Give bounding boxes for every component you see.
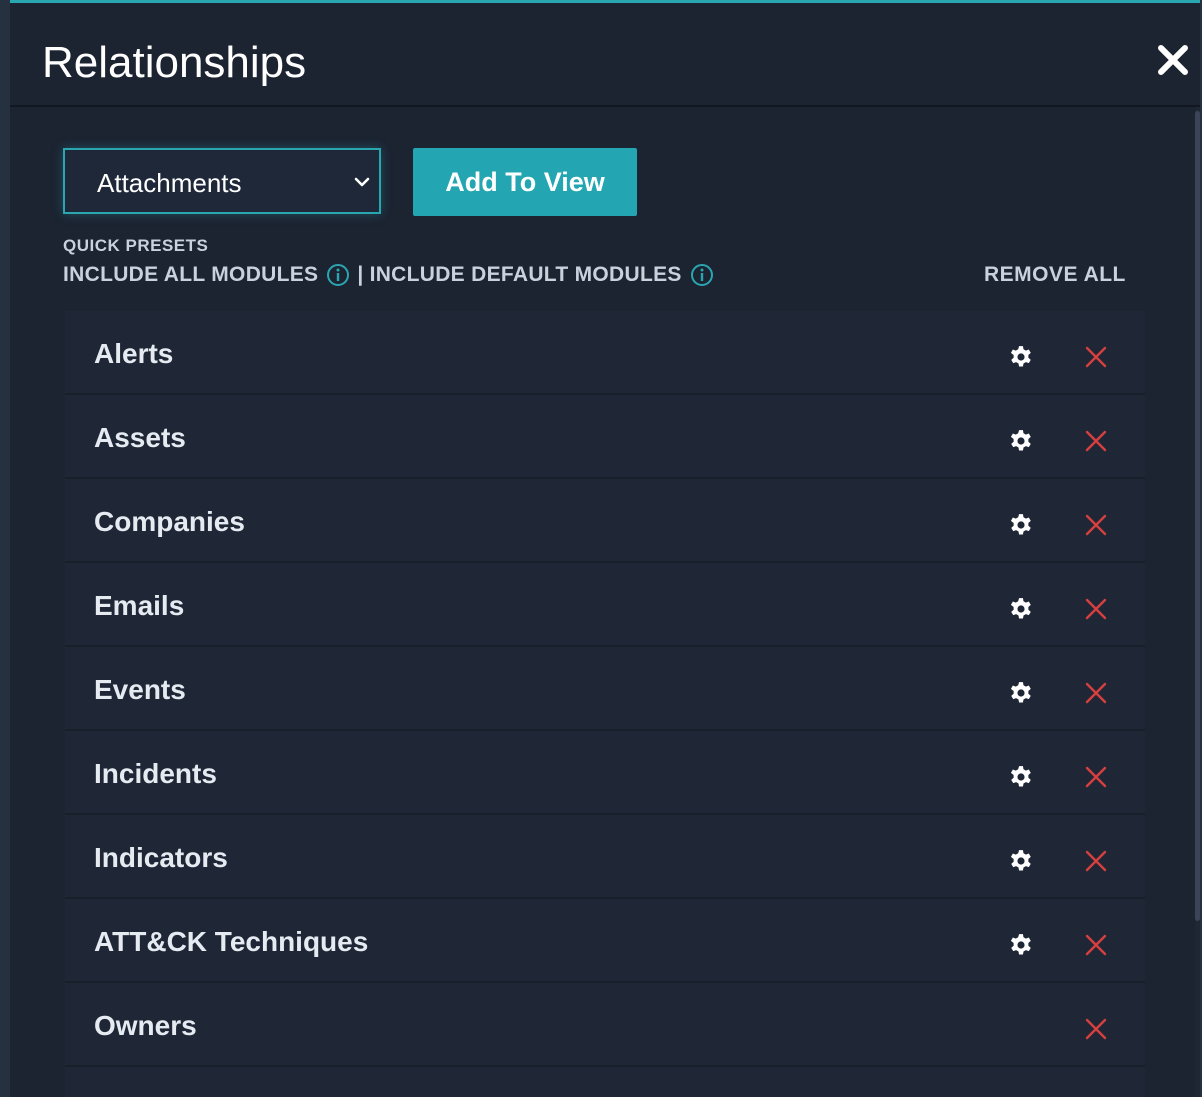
remove-icon[interactable] — [1085, 766, 1107, 788]
remove-icon[interactable] — [1085, 430, 1107, 452]
include-all-modules-link[interactable]: INCLUDE ALL MODULES — [63, 263, 318, 287]
list-item-label: Indicators — [94, 842, 228, 873]
remove-icon[interactable] — [1085, 514, 1107, 536]
list-item: Emails — [65, 563, 1145, 647]
list-item: Alerts — [65, 311, 1145, 395]
scrollbar-thumb[interactable] — [1195, 111, 1200, 921]
list-item-label: Assets — [94, 422, 186, 453]
quick-presets-label: QUICK PRESETS — [63, 236, 209, 255]
list-item-partial — [65, 1067, 1145, 1097]
list-item: Companies — [65, 479, 1145, 563]
list-item-label: Emails — [94, 590, 185, 621]
panel-header: Relationships — [10, 3, 1200, 107]
include-default-modules-link[interactable]: INCLUDE DEFAULT MODULES — [370, 263, 682, 287]
list-item: ATT&CK Techniques — [65, 899, 1145, 983]
list-item-label: Companies — [94, 506, 245, 537]
relationship-list: Alerts Assets Companies Emails Events In… — [65, 311, 1145, 1097]
list-item: Assets — [65, 395, 1145, 479]
add-to-view-button[interactable]: Add To View — [413, 148, 637, 216]
list-item: Events — [65, 647, 1145, 731]
background-app-edge — [0, 0, 10, 1097]
quick-presets-row: INCLUDE ALL MODULES | INCLUDE DEFAULT MO… — [63, 261, 721, 289]
list-item-label: Alerts — [94, 338, 174, 369]
gear-icon[interactable] — [1008, 344, 1034, 370]
gear-icon[interactable] — [1008, 764, 1034, 790]
gear-icon[interactable] — [1008, 848, 1034, 874]
info-icon[interactable] — [690, 263, 714, 287]
remove-icon[interactable] — [1085, 682, 1107, 704]
remove-icon[interactable] — [1085, 934, 1107, 956]
relationships-panel: Relationships Attachments Add To View QU… — [10, 0, 1200, 1097]
remove-icon[interactable] — [1085, 598, 1107, 620]
info-icon[interactable] — [326, 263, 350, 287]
list-item-label: Incidents — [94, 758, 217, 789]
gear-icon[interactable] — [1008, 932, 1034, 958]
list-item: Incidents — [65, 731, 1145, 815]
list-item-label: Events — [94, 674, 186, 705]
chevron-down-icon — [354, 177, 370, 187]
preset-separator: | — [357, 263, 364, 286]
list-item-label: Owners — [94, 1010, 197, 1041]
remove-icon[interactable] — [1085, 850, 1107, 872]
list-item-label: ATT&CK Techniques — [94, 926, 369, 957]
gear-icon[interactable] — [1008, 428, 1034, 454]
list-item: Owners — [65, 983, 1145, 1067]
list-item: Indicators — [65, 815, 1145, 899]
gear-icon[interactable] — [1008, 680, 1034, 706]
remove-icon[interactable] — [1085, 1018, 1107, 1040]
module-select[interactable]: Attachments — [63, 148, 381, 214]
gear-icon[interactable] — [1008, 596, 1034, 622]
remove-all-button[interactable]: REMOVE ALL — [984, 261, 1126, 289]
module-select-value: Attachments — [97, 168, 242, 198]
remove-icon[interactable] — [1085, 346, 1107, 368]
panel-title: Relationships — [42, 38, 307, 87]
close-icon[interactable] — [1154, 41, 1192, 79]
gear-icon[interactable] — [1008, 512, 1034, 538]
